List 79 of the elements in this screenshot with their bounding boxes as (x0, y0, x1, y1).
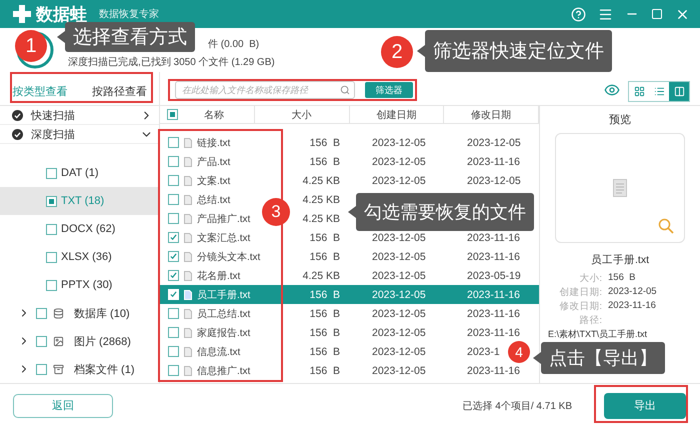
step-number-badge: 3 (262, 198, 290, 226)
modified-date: 2023-11-16 (467, 156, 520, 168)
step-number-badge: 1 (15, 30, 47, 62)
created-date: 2023-12-05 (372, 232, 426, 244)
created-date: 2023-12-05 (372, 174, 426, 186)
file-type-label: TXT (18) (61, 195, 104, 207)
file-name: 信息推广.txt (197, 364, 250, 378)
modified-date: 2023-12-05 (467, 136, 521, 148)
file-size: 4.25 KB (302, 194, 341, 206)
file-name: 文案汇总.txt (197, 232, 250, 244)
scan-status-text: 深度扫描已完成,已找到 3050 个文件 (1.29 GB) (68, 56, 275, 69)
file-size: 4.25 KB (302, 174, 341, 186)
file-size: 156 B (308, 364, 341, 376)
column-header: 修改日期 (444, 106, 540, 123)
file-name: 花名册.txt (197, 270, 240, 282)
file-size: 156 B (308, 288, 341, 300)
file-name: 产品.txt (197, 156, 230, 168)
app-subtitle: 数据恢复专家 (99, 8, 159, 21)
field-value: 2023-12-05 (608, 286, 658, 299)
callout-label: 选择查看方式 (65, 22, 195, 52)
callout-label: 点击【导出】 (541, 342, 665, 374)
file-name: 员工手册.txt (197, 288, 250, 302)
created-date: 2023-12-05 (372, 288, 426, 300)
file-name: 分镜头文本.txt (197, 250, 260, 264)
created-date: 2023-12-05 (372, 156, 426, 168)
file-size: 156 B (308, 250, 341, 262)
file-size: 156 B (308, 156, 341, 168)
file-type-label: DAT (1) (61, 167, 98, 179)
file-name: 产品推广.txt (197, 212, 250, 226)
file-size: 4.25 KB (302, 212, 341, 224)
modified-date: 2023-11-16 (467, 364, 520, 376)
created-date: 2023-12-05 (372, 346, 426, 358)
preview-title: 预览 (609, 113, 631, 127)
created-date: 2023-12-05 (372, 308, 426, 320)
file-size: 156 B (308, 346, 341, 358)
field-label: 修改日期: (558, 300, 602, 313)
file-name: 家庭报告.txt (197, 326, 250, 340)
created-date: 2023-12-05 (372, 250, 426, 262)
field-label: 大小: (578, 272, 602, 285)
preview-file-name: 员工手册.txt (590, 253, 649, 267)
scan-status-text: 件 (0.00 B) (208, 38, 260, 51)
file-size: 156 B (308, 232, 341, 244)
callout-label: 勾选需要恢复的文件 (356, 193, 534, 231)
file-name: 文案.txt (197, 174, 230, 188)
file-size: 156 B (308, 308, 341, 320)
file-type-label: DOCX (62) (61, 223, 116, 235)
file-size: 156 B (308, 326, 341, 338)
file-type-label: XLSX (36) (61, 251, 112, 263)
modified-date: 2023-05-19 (467, 270, 521, 282)
modified-date: 2023-11-16 (467, 326, 520, 338)
file-name: 信息流.txt (197, 346, 240, 358)
field-value: 156 B (608, 272, 636, 285)
file-name: 员工总结.txt (197, 308, 250, 320)
modified-date: 2023-1 (467, 346, 500, 358)
step-number-badge: 4 (508, 341, 530, 363)
field-value: 2023-11-16 (608, 300, 657, 313)
modified-date: 2023-11-16 (467, 288, 520, 300)
step-number-badge: 2 (381, 36, 413, 68)
column-header: 大小 (254, 106, 350, 123)
file-name: 链接.txt (197, 136, 230, 150)
created-date: 2023-12-05 (372, 136, 426, 148)
file-type-label: PPTX (30) (61, 279, 112, 291)
modified-date: 2023-12-05 (467, 174, 521, 186)
file-name: 总结.txt (197, 194, 230, 206)
created-date: 2023-12-05 (372, 326, 426, 338)
column-header: 创建日期 (350, 106, 444, 123)
field-label: 路径: (578, 314, 602, 327)
created-date: 2023-12-05 (372, 364, 426, 376)
file-size: 4.25 KB (302, 270, 341, 282)
modified-date: 2023-11-16 (467, 308, 520, 320)
modified-date: 2023-11-16 (467, 232, 520, 244)
selection-summary: 已选择 4个项目/ 4.71 KB (462, 400, 572, 412)
field-label: 创建日期: (558, 286, 602, 299)
callout-label: 筛选器快速定位文件 (425, 30, 612, 72)
file-size: 156 B (308, 136, 341, 148)
column-header: 名称 (204, 108, 224, 122)
file-path: E:\素材\TXT\员工手册.txt (547, 328, 648, 341)
created-date: 2023-12-05 (372, 270, 426, 282)
modified-date: 2023-11-16 (467, 250, 520, 262)
